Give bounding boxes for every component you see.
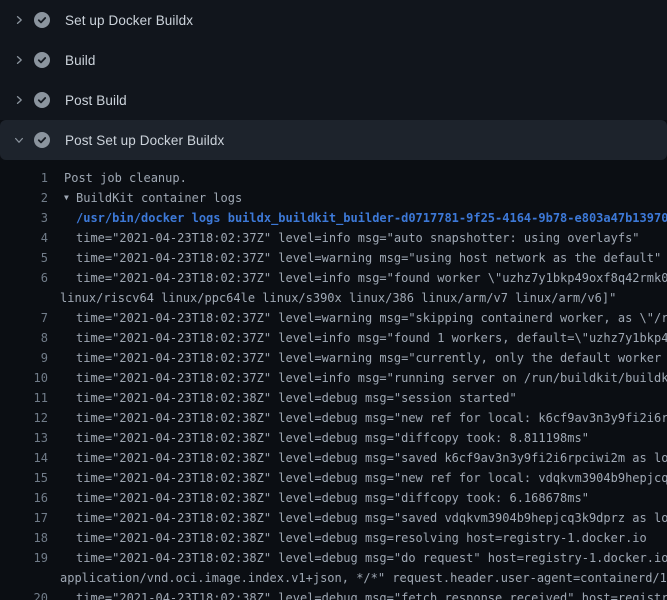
log-line: 2 ▼ BuildKit container logs bbox=[0, 188, 667, 208]
log-line: 9 time="2021-04-23T18:02:37Z" level=warn… bbox=[0, 348, 667, 368]
log-console: 1 Post job cleanup. 2 ▼ BuildKit contain… bbox=[0, 160, 667, 600]
log-line: 10 time="2021-04-23T18:02:37Z" level=inf… bbox=[0, 368, 667, 388]
line-number[interactable]: 9 bbox=[0, 348, 48, 368]
log-text: time="2021-04-23T18:02:38Z" level=debug … bbox=[76, 448, 667, 468]
log-text: time="2021-04-23T18:02:38Z" level=debug … bbox=[76, 548, 667, 568]
log-line: 16 time="2021-04-23T18:02:38Z" level=deb… bbox=[0, 488, 667, 508]
log-text: time="2021-04-23T18:02:38Z" level=debug … bbox=[76, 588, 667, 600]
log-line: linux/riscv64 linux/ppc64le linux/s390x … bbox=[0, 288, 667, 308]
log-line: 17 time="2021-04-23T18:02:38Z" level=deb… bbox=[0, 508, 667, 528]
line-number[interactable]: 15 bbox=[0, 468, 48, 488]
check-circle-icon bbox=[34, 12, 50, 28]
log-line: 18 time="2021-04-23T18:02:38Z" level=deb… bbox=[0, 528, 667, 548]
log-line: 5 time="2021-04-23T18:02:37Z" level=warn… bbox=[0, 248, 667, 268]
steps-list: Set up Docker Buildx Build bbox=[0, 0, 667, 160]
log-line: 12 time="2021-04-23T18:02:38Z" level=deb… bbox=[0, 408, 667, 428]
line-number[interactable]: 14 bbox=[0, 448, 48, 468]
log-text: time="2021-04-23T18:02:37Z" level=info m… bbox=[76, 228, 640, 248]
step-header-2[interactable]: Post Build bbox=[0, 80, 667, 120]
log-text: application/vnd.oci.image.index.v1+json,… bbox=[60, 568, 667, 588]
line-number[interactable]: 2 bbox=[0, 188, 48, 208]
actions-log-viewer: Set up Docker Buildx Build bbox=[0, 0, 667, 600]
check-circle-icon bbox=[34, 132, 50, 148]
line-number[interactable]: 10 bbox=[0, 368, 48, 388]
log-line: 1 Post job cleanup. bbox=[0, 168, 667, 188]
log-text: time="2021-04-23T18:02:38Z" level=debug … bbox=[76, 528, 647, 548]
log-text: time="2021-04-23T18:02:37Z" level=info m… bbox=[76, 268, 667, 288]
log-text: BuildKit container logs bbox=[76, 188, 242, 208]
log-line: 11 time="2021-04-23T18:02:38Z" level=deb… bbox=[0, 388, 667, 408]
line-number[interactable] bbox=[0, 568, 48, 588]
line-number[interactable]: 13 bbox=[0, 428, 48, 448]
line-number[interactable]: 18 bbox=[0, 528, 48, 548]
log-line: 19 time="2021-04-23T18:02:38Z" level=deb… bbox=[0, 548, 667, 568]
log-line: 7 time="2021-04-23T18:02:37Z" level=warn… bbox=[0, 308, 667, 328]
log-line: application/vnd.oci.image.index.v1+json,… bbox=[0, 568, 667, 588]
line-number[interactable]: 5 bbox=[0, 248, 48, 268]
line-number[interactable]: 1 bbox=[0, 168, 48, 188]
line-number[interactable]: 3 bbox=[0, 208, 48, 228]
line-number[interactable]: 8 bbox=[0, 328, 48, 348]
line-number[interactable]: 4 bbox=[0, 228, 48, 248]
log-text: /usr/bin/docker logs buildx_buildkit_bui… bbox=[76, 208, 667, 228]
group-toggle-icon[interactable]: ▼ bbox=[64, 188, 76, 208]
line-number[interactable]: 7 bbox=[0, 308, 48, 328]
log-line: 6 time="2021-04-23T18:02:37Z" level=info… bbox=[0, 268, 667, 288]
log-text: time="2021-04-23T18:02:38Z" level=debug … bbox=[76, 468, 667, 488]
step-header-3[interactable]: Post Set up Docker Buildx bbox=[0, 120, 667, 160]
line-number[interactable]: 19 bbox=[0, 548, 48, 568]
line-number[interactable]: 17 bbox=[0, 508, 48, 528]
step-header-1[interactable]: Build bbox=[0, 40, 667, 80]
log-text: time="2021-04-23T18:02:37Z" level=warnin… bbox=[76, 348, 667, 368]
step-title: Post Build bbox=[65, 93, 127, 108]
log-line: 15 time="2021-04-23T18:02:38Z" level=deb… bbox=[0, 468, 667, 488]
line-number[interactable]: 12 bbox=[0, 408, 48, 428]
log-text: time="2021-04-23T18:02:37Z" level=info m… bbox=[76, 368, 667, 388]
line-number[interactable]: 11 bbox=[0, 388, 48, 408]
log-text: time="2021-04-23T18:02:37Z" level=info m… bbox=[76, 328, 667, 348]
log-text: time="2021-04-23T18:02:38Z" level=debug … bbox=[76, 388, 517, 408]
log-line: 14 time="2021-04-23T18:02:38Z" level=deb… bbox=[0, 448, 667, 468]
check-circle-icon bbox=[34, 92, 50, 108]
log-text: time="2021-04-23T18:02:38Z" level=debug … bbox=[76, 508, 667, 528]
chevron-right-icon[interactable] bbox=[10, 52, 28, 68]
log-line: 20 time="2021-04-23T18:02:38Z" level=deb… bbox=[0, 588, 667, 600]
step-title: Post Set up Docker Buildx bbox=[65, 133, 224, 148]
line-number[interactable] bbox=[0, 288, 48, 308]
log-text: time="2021-04-23T18:02:38Z" level=debug … bbox=[76, 428, 589, 448]
log-line: 8 time="2021-04-23T18:02:37Z" level=info… bbox=[0, 328, 667, 348]
log-text: time="2021-04-23T18:02:38Z" level=debug … bbox=[76, 408, 667, 428]
chevron-right-icon[interactable] bbox=[10, 92, 28, 108]
chevron-right-icon[interactable] bbox=[10, 12, 28, 28]
log-text: time="2021-04-23T18:02:38Z" level=debug … bbox=[76, 488, 589, 508]
log-text: time="2021-04-23T18:02:37Z" level=warnin… bbox=[76, 248, 661, 268]
log-line: 3 /usr/bin/docker logs buildx_buildkit_b… bbox=[0, 208, 667, 228]
line-number[interactable]: 16 bbox=[0, 488, 48, 508]
step-title: Build bbox=[65, 53, 96, 68]
line-number[interactable]: 6 bbox=[0, 268, 48, 288]
step-title: Set up Docker Buildx bbox=[65, 13, 193, 28]
check-circle-icon bbox=[34, 52, 50, 68]
log-line: 13 time="2021-04-23T18:02:38Z" level=deb… bbox=[0, 428, 667, 448]
log-text: time="2021-04-23T18:02:37Z" level=warnin… bbox=[76, 308, 667, 328]
log-text: Post job cleanup. bbox=[64, 168, 187, 188]
log-text: linux/riscv64 linux/ppc64le linux/s390x … bbox=[60, 288, 616, 308]
step-header-0[interactable]: Set up Docker Buildx bbox=[0, 0, 667, 40]
chevron-down-icon[interactable] bbox=[10, 132, 28, 148]
line-number[interactable]: 20 bbox=[0, 588, 48, 600]
log-line: 4 time="2021-04-23T18:02:37Z" level=info… bbox=[0, 228, 667, 248]
